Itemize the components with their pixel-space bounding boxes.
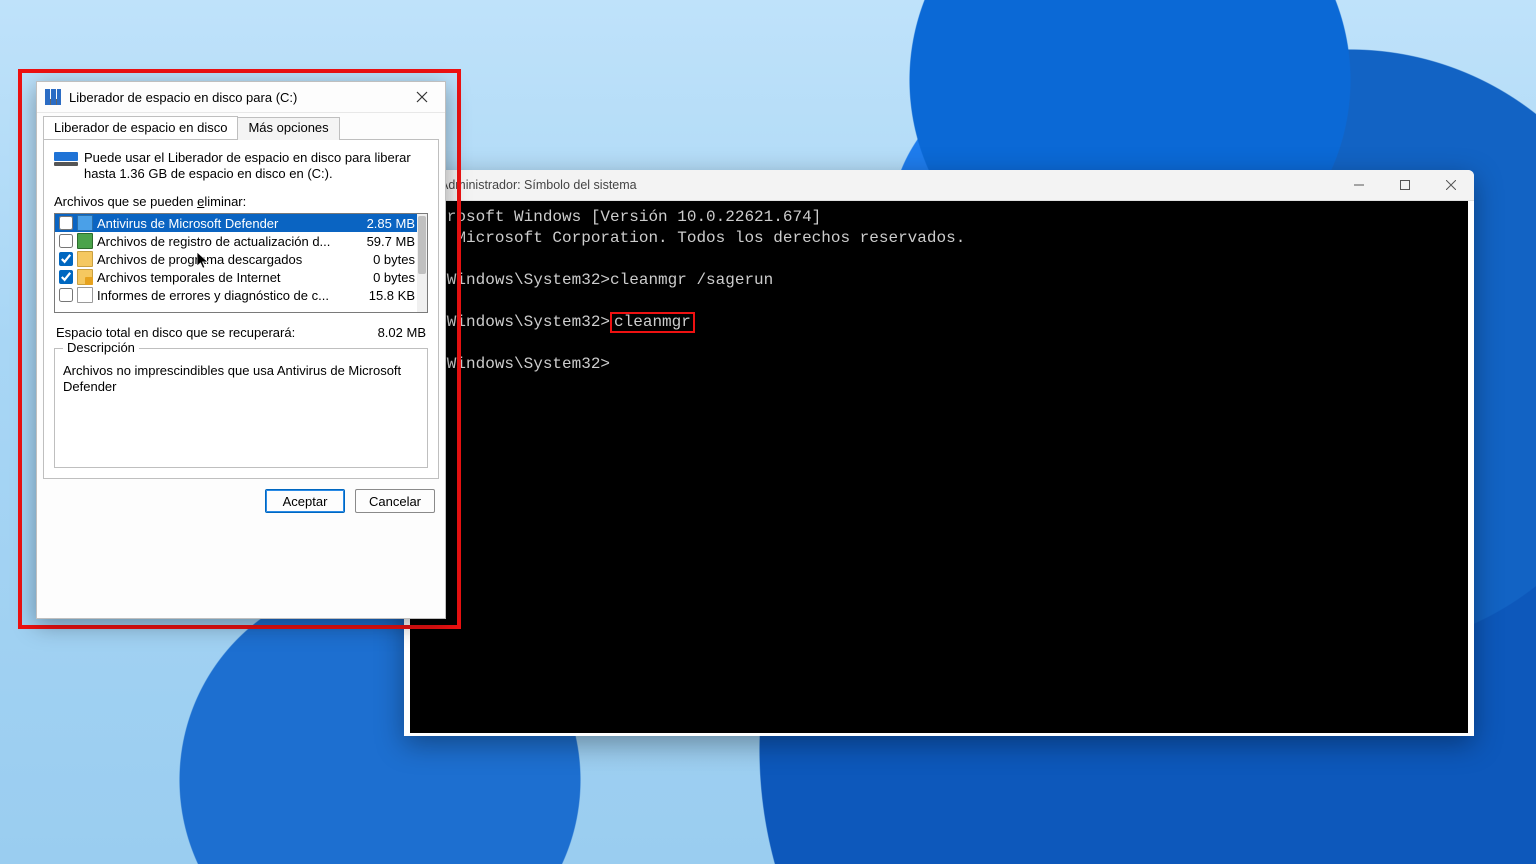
total-value: 8.02 MB [378,325,426,340]
disk-cleanup-icon [45,89,61,105]
cmd-line: (c) Microsoft Corporation. Todos los der… [418,229,965,247]
package-icon [77,233,93,249]
file-label: Antivirus de Microsoft Defender [97,216,359,231]
shield-icon [77,215,93,231]
description-legend: Descripción [63,340,139,355]
cmd-line: Microsoft Windows [Versión 10.0.22621.67… [418,208,821,226]
checkbox[interactable] [59,252,73,266]
window-controls [1336,170,1474,200]
checkbox[interactable] [59,270,73,284]
cmd-command-highlight: cleanmgr [610,312,695,333]
highlight-frame: Liberador de espacio en disco para (C:) … [18,69,461,629]
info-row: Puede usar el Liberador de espacio en di… [54,150,428,182]
minimize-button[interactable] [1336,170,1382,200]
file-row-downloaded-prog[interactable]: Archivos de programa descargados 0 bytes [55,250,427,268]
file-size: 15.8 KB [361,288,415,303]
file-label: Archivos temporales de Internet [97,270,365,285]
description-text: Archivos no imprescindibles que usa Anti… [63,363,419,395]
total-label: Espacio total en disco que se recuperará… [56,325,295,340]
scrollbar[interactable] [417,214,427,312]
file-row-update-log[interactable]: Archivos de registro de actualización d.… [55,232,427,250]
checkbox[interactable] [59,288,73,302]
disk-cleanup-dialog: Liberador de espacio en disco para (C:) … [36,81,446,619]
folder-lock-icon [77,269,93,285]
accept-button[interactable]: Aceptar [265,489,345,513]
drive-icon [54,150,84,166]
info-text: Puede usar el Liberador de espacio en di… [84,150,428,182]
tab-disk-cleanup[interactable]: Liberador de espacio en disco [43,116,238,139]
command-prompt-output[interactable]: Microsoft Windows [Versión 10.0.22621.67… [410,201,1468,733]
command-prompt-window: Administrador: Símbolo del sistema Micro… [404,170,1474,736]
command-prompt-title: Administrador: Símbolo del sistema [404,178,1336,192]
file-row-temp-internet[interactable]: Archivos temporales de Internet 0 bytes [55,268,427,286]
cancel-button[interactable]: Cancelar [355,489,435,513]
folder-icon [77,251,93,267]
tab-panel-main: Puede usar el Liberador de espacio en di… [43,139,439,479]
file-row-defender[interactable]: Antivirus de Microsoft Defender 2.85 MB [55,214,427,232]
checkbox[interactable] [59,216,73,230]
file-label: Archivos de programa descargados [97,252,365,267]
file-size: 2.85 MB [359,216,415,231]
desktop-wallpaper: Administrador: Símbolo del sistema Micro… [0,0,1536,864]
file-list-label: Archivos que se pueden eliminar: [54,194,428,209]
file-size: 0 bytes [365,252,415,267]
description-group: Descripción Archivos no imprescindibles … [54,348,428,468]
dialog-buttons: Aceptar Cancelar [37,479,445,525]
total-row: Espacio total en disco que se recuperará… [56,325,426,340]
dialog-titlebar[interactable]: Liberador de espacio en disco para (C:) [37,82,445,113]
checkbox[interactable] [59,234,73,248]
file-label: Informes de errores y diagnóstico de c..… [97,288,361,303]
command-prompt-titlebar[interactable]: Administrador: Símbolo del sistema [404,170,1474,201]
tab-strip: Liberador de espacio en disco Más opcion… [37,116,445,139]
dialog-title: Liberador de espacio en disco para (C:) [69,90,403,105]
file-size: 59.7 MB [359,234,415,249]
file-list[interactable]: Antivirus de Microsoft Defender 2.85 MB … [54,213,428,313]
close-button[interactable] [1428,170,1474,200]
file-label: Archivos de registro de actualización d.… [97,234,359,249]
close-button[interactable] [403,83,441,111]
cmd-command: cleanmgr /sagerun [610,271,773,289]
document-icon [77,287,93,303]
file-row-error-reports[interactable]: Informes de errores y diagnóstico de c..… [55,286,427,304]
maximize-button[interactable] [1382,170,1428,200]
tab-more-options[interactable]: Más opciones [237,117,339,140]
file-size: 0 bytes [365,270,415,285]
